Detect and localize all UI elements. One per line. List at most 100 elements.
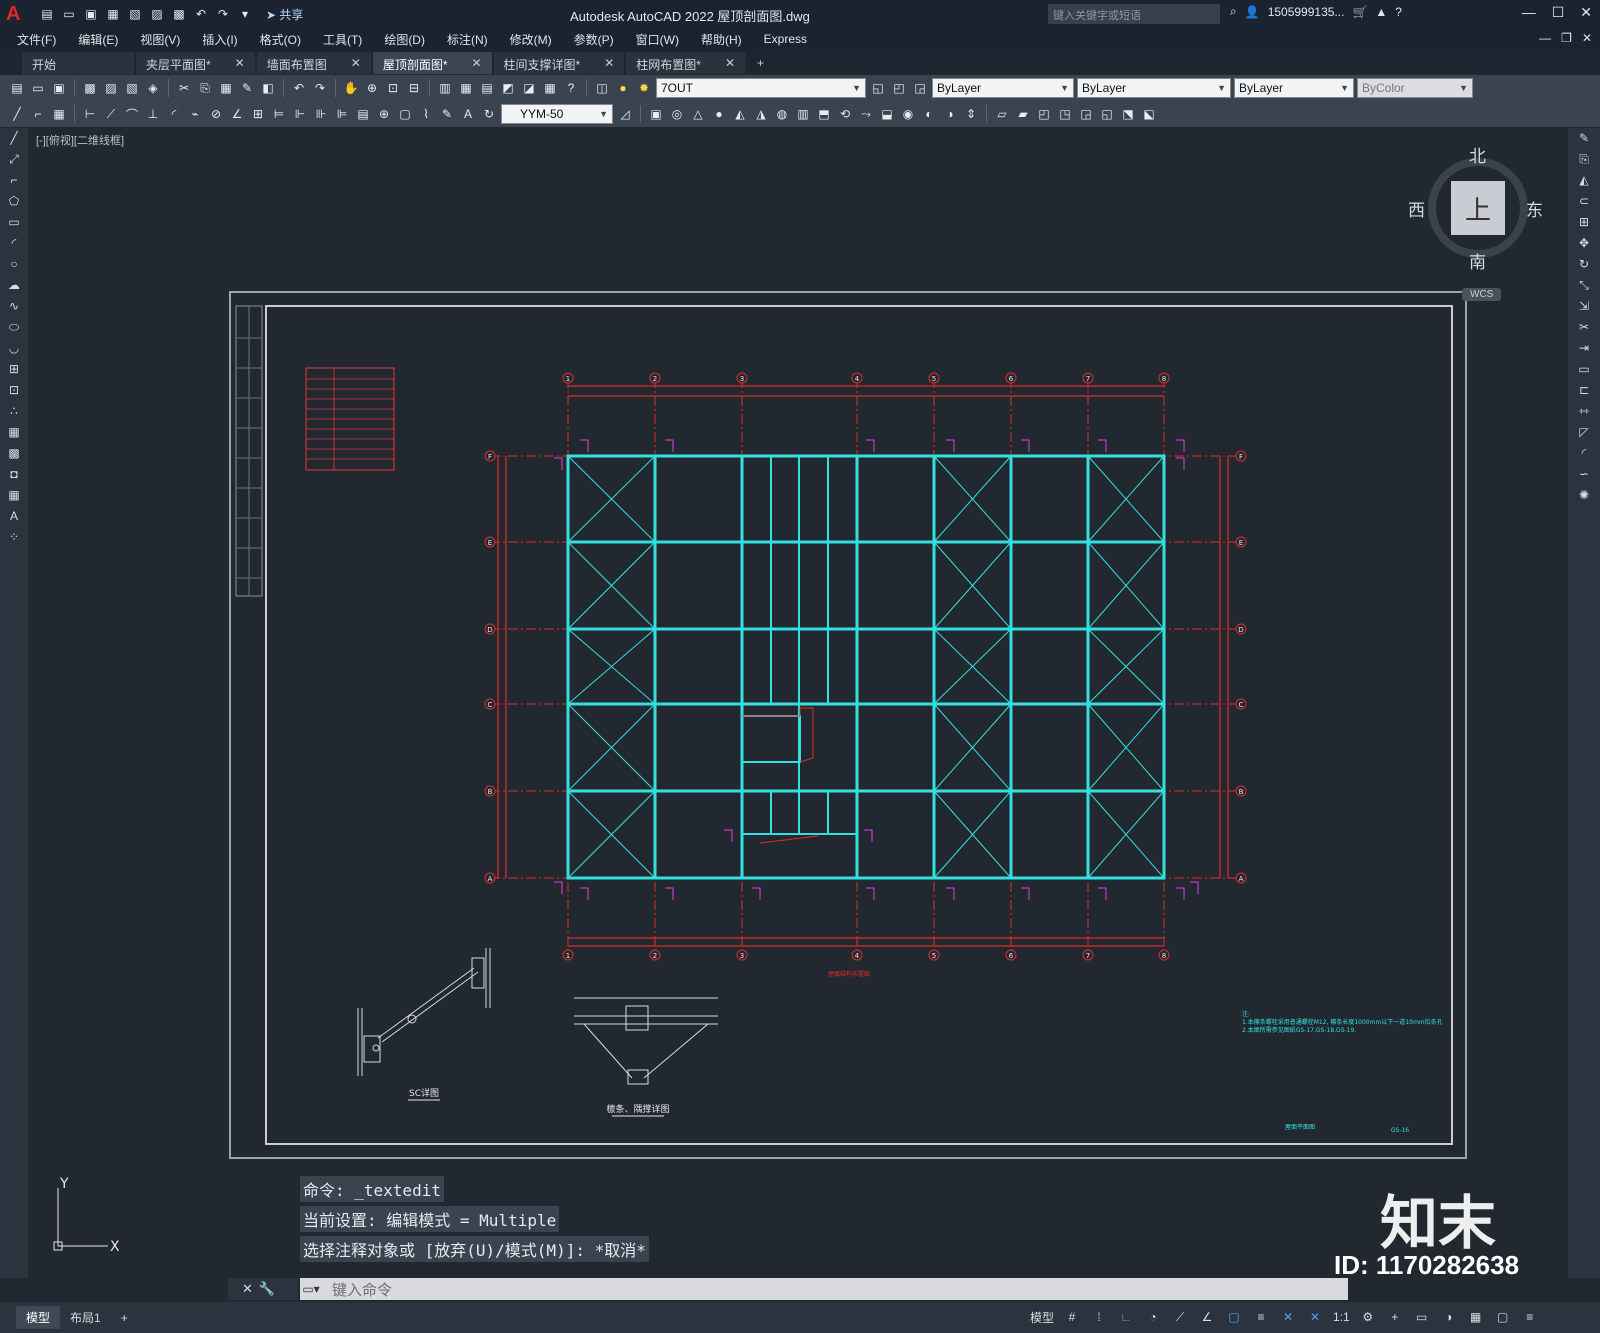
design-center-icon[interactable]: ▦	[457, 79, 475, 97]
linetype-dropdown[interactable]: ByLayer ▼	[1077, 78, 1231, 98]
ortho-icon[interactable]: ∟	[1117, 1308, 1135, 1326]
angular-dim-icon[interactable]: ∠	[228, 105, 246, 123]
tab-roof-section[interactable]: 屋顶剖面图* ✕	[372, 52, 492, 74]
box-icon[interactable]: ▣	[647, 105, 665, 123]
move-icon[interactable]: ✥	[1574, 236, 1594, 254]
hatch-icon[interactable]: ▦	[4, 425, 24, 443]
revision-cloud-icon[interactable]: ☁	[4, 278, 24, 296]
blend-curves-icon[interactable]: ∽	[1574, 467, 1594, 485]
jogged-dim-icon[interactable]: ⌁	[186, 105, 204, 123]
dim-update-icon[interactable]: ↻	[480, 105, 498, 123]
grid-icon[interactable]: #	[1063, 1308, 1081, 1326]
isodraft-icon[interactable]: ⟋	[1171, 1308, 1189, 1326]
rectangle-icon[interactable]: ▭	[4, 215, 24, 233]
menu-view[interactable]: 视图(V)	[129, 31, 191, 48]
wedge-icon[interactable]: ◮	[752, 105, 770, 123]
close-tab-icon[interactable]: ✕	[235, 56, 245, 70]
menu-help[interactable]: 帮助(H)	[690, 31, 753, 48]
layer-properties-icon[interactable]: ◫	[593, 79, 611, 97]
save-icon[interactable]: ▣	[82, 5, 100, 23]
compass-east[interactable]: 东	[1526, 196, 1543, 221]
open-icon[interactable]: ▭	[29, 79, 47, 97]
presspull-icon[interactable]: ⇕	[962, 105, 980, 123]
make-block-icon[interactable]: ⊡	[4, 383, 24, 401]
tolerance-icon[interactable]: ▤	[354, 105, 372, 123]
imprint-icon[interactable]: ◱	[1098, 105, 1116, 123]
extrude-icon[interactable]: ⬒	[815, 105, 833, 123]
copy-icon[interactable]: ⎘	[1574, 152, 1594, 170]
annotation-scale[interactable]: 1:1	[1333, 1310, 1350, 1324]
model-space-button[interactable]: 模型	[1030, 1309, 1054, 1326]
fillet-icon[interactable]: ◜	[1574, 446, 1594, 464]
open-web-icon[interactable]: ▧	[126, 5, 144, 23]
jogged-linear-icon[interactable]: ⌇	[417, 105, 435, 123]
command-input[interactable]: 键入命令	[332, 1279, 392, 1300]
spline-icon[interactable]: ∿	[4, 299, 24, 317]
properties-icon[interactable]: ▥	[436, 79, 454, 97]
annotation-visibility-icon[interactable]: ✕	[1279, 1308, 1297, 1326]
lineweight-dropdown[interactable]: ByLayer ▼	[1234, 78, 1354, 98]
pan-icon[interactable]: ✋	[342, 79, 360, 97]
minimize-icon[interactable]: —	[1522, 4, 1536, 21]
customize-icon[interactable]: 🔧	[259, 1281, 275, 1297]
menu-insert[interactable]: 插入(I)	[191, 31, 248, 48]
preview-icon[interactable]: ▨	[102, 79, 120, 97]
plot-icon[interactable]: ▩	[170, 5, 188, 23]
tab-layout1[interactable]: 布局1	[60, 1306, 111, 1329]
compass-west[interactable]: 西	[1408, 196, 1425, 221]
zoom-realtime-icon[interactable]: ⊕	[363, 79, 381, 97]
block-editor-icon[interactable]: ◧	[259, 79, 277, 97]
user-icon[interactable]: 👤	[1245, 5, 1260, 19]
arc-length-icon[interactable]: ⌒	[123, 105, 141, 123]
inspection-icon[interactable]: ▢	[396, 105, 414, 123]
menu-window[interactable]: 窗口(W)	[625, 31, 690, 48]
polyline-icon[interactable]: ⌐	[29, 105, 47, 123]
hardware-acceleration-icon[interactable]: ▦	[1467, 1308, 1485, 1326]
undo-icon[interactable]: ↶	[290, 79, 308, 97]
scale-icon[interactable]: ⤡	[1574, 278, 1594, 296]
doc-minimize-icon[interactable]: —	[1539, 31, 1551, 45]
pyramid-icon[interactable]: ◭	[731, 105, 749, 123]
help-icon[interactable]: ?	[562, 79, 580, 97]
tab-column-grid[interactable]: 柱网布置图* ✕	[626, 52, 746, 74]
extend-icon[interactable]: ⇥	[1574, 341, 1594, 359]
quick-dim-icon[interactable]: ⊞	[249, 105, 267, 123]
isolate-objects-icon[interactable]: ◑	[1440, 1308, 1458, 1326]
redo-icon[interactable]: ↷	[214, 5, 232, 23]
region-icon[interactable]: ◘	[4, 467, 24, 485]
save-as-icon[interactable]: ▦	[104, 5, 122, 23]
dimstyle-manager-icon[interactable]: ◿	[616, 105, 634, 123]
construction-line-icon[interactable]: ⤢	[4, 152, 24, 170]
cone-icon[interactable]: △	[689, 105, 707, 123]
dim-break-icon[interactable]: ⊫	[333, 105, 351, 123]
match-prop-icon[interactable]: ✎	[238, 79, 256, 97]
drawing-canvas[interactable]: [-][俯视][二维线框] 1 2 3 4 5 6 7 8 1 2 3 4 5 …	[28, 128, 1568, 1278]
close-command-line-icon[interactable]: ✕	[242, 1281, 253, 1297]
join-icon[interactable]: ⇿	[1574, 404, 1594, 422]
menu-modify[interactable]: 修改(M)	[499, 31, 563, 48]
save-icon[interactable]: ▣	[50, 79, 68, 97]
trim-icon[interactable]: ✂	[1574, 320, 1594, 338]
thicken-icon[interactable]: ◲	[1077, 105, 1095, 123]
loft-icon[interactable]: ⬓	[878, 105, 896, 123]
customize-qat-icon[interactable]: ▾	[236, 5, 254, 23]
markup-icon[interactable]: ◪	[520, 79, 538, 97]
polar-icon[interactable]: ◔	[1144, 1308, 1162, 1326]
tab-start[interactable]: 开始	[22, 52, 134, 74]
close-tab-icon[interactable]: ✕	[604, 56, 614, 70]
baseline-dim-icon[interactable]: ⊨	[270, 105, 288, 123]
dimstyle-dropdown[interactable]: YYM-50 ▼	[501, 104, 613, 124]
doc-restore-icon[interactable]: ❐	[1561, 31, 1572, 45]
customization-menu-icon[interactable]: ≡	[1521, 1308, 1539, 1326]
solid-edit-icon[interactable]: ◰	[1035, 105, 1053, 123]
insert-block-icon[interactable]: ⊞	[4, 362, 24, 380]
cylinder-icon[interactable]: ◎	[668, 105, 686, 123]
close-icon[interactable]: ✕	[1580, 4, 1592, 21]
sheet-set-icon[interactable]: ◩	[499, 79, 517, 97]
chamfer-icon[interactable]: ◸	[1574, 425, 1594, 443]
tab-model[interactable]: 模型	[16, 1306, 61, 1329]
user-name[interactable]: 1505999135...	[1268, 5, 1345, 19]
make-current-icon[interactable]: ◱	[869, 79, 887, 97]
rotate-icon[interactable]: ↻	[1574, 257, 1594, 275]
viewcube[interactable]: 上 北 南 西 东	[1408, 147, 1543, 272]
